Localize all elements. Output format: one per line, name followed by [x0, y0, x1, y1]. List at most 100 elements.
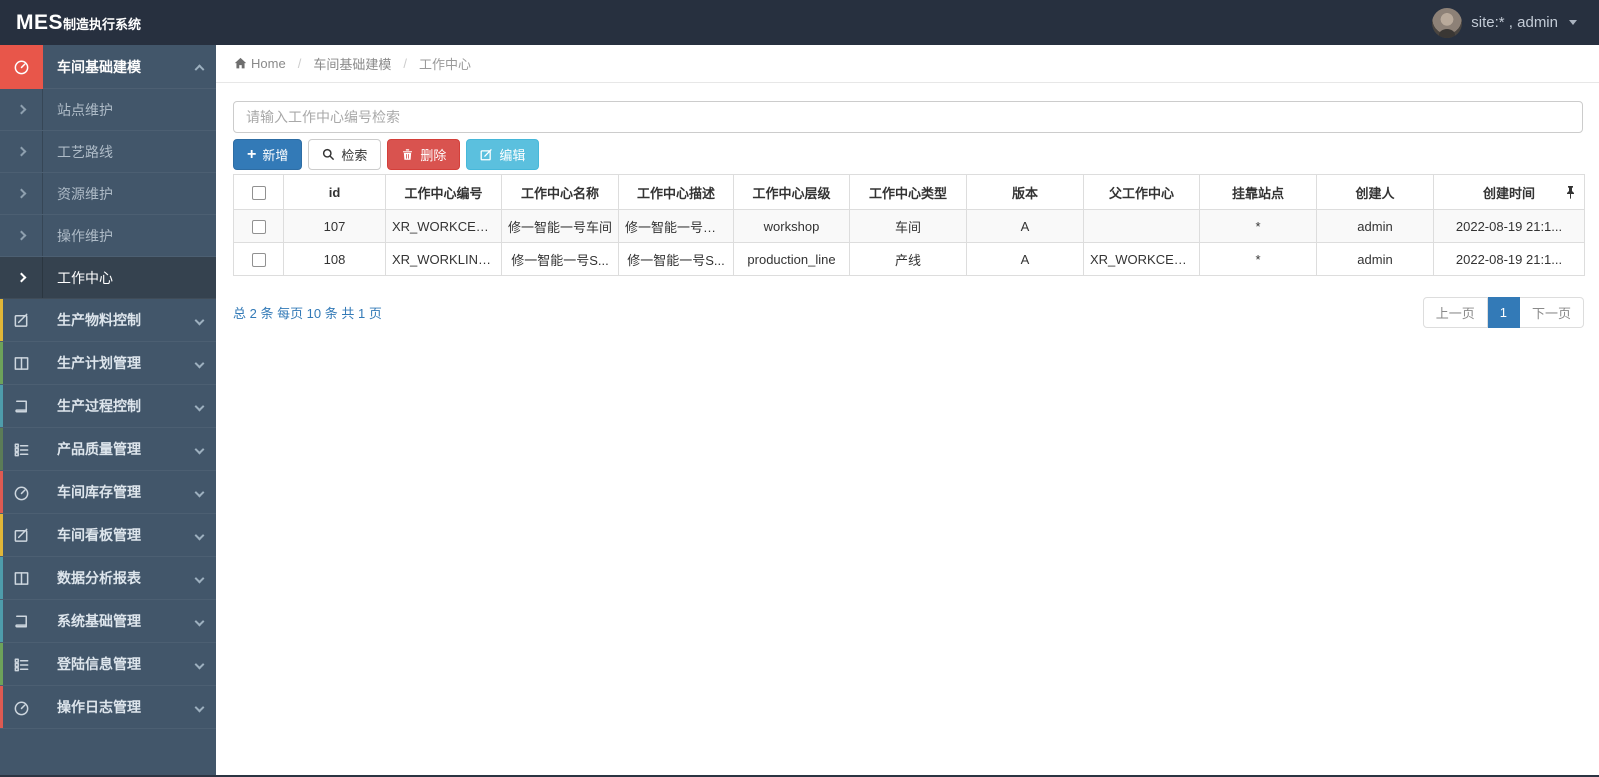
col-created: 创建时间: [1433, 174, 1585, 210]
app-logo: MES制造执行系统: [0, 11, 216, 35]
table-row[interactable]: 107 XR_WORKCEN... 修一智能一号车间 修一智能一号车间 work…: [233, 209, 1585, 243]
header-select-all: [233, 174, 284, 210]
user-menu[interactable]: site:* , admin: [1432, 7, 1599, 38]
home-icon: [234, 57, 247, 69]
page-1-button[interactable]: 1: [1487, 297, 1520, 328]
cell-desc: 修一智能一号S...: [618, 242, 734, 276]
book-icon: [0, 398, 43, 415]
row-checkbox[interactable]: [251, 252, 266, 267]
dashboard-icon: [0, 699, 43, 716]
sidebar-item-label: 生产计划管理: [57, 355, 141, 371]
sidebar-item-plan-management[interactable]: 生产计划管理: [0, 342, 216, 385]
col-created-label: 创建时间: [1482, 185, 1535, 201]
sidebar-subitem-process-route[interactable]: 工艺路线: [0, 131, 216, 173]
sidebar-subitem-operation-maintenance[interactable]: 操作维护: [0, 215, 216, 257]
sidebar-item-operation-log-management[interactable]: 操作日志管理: [0, 686, 216, 729]
chevron-down-icon: [182, 444, 216, 454]
add-button[interactable]: + 新增: [233, 139, 303, 170]
edit-button-label: 编辑: [499, 148, 526, 163]
chevron-right-icon: [0, 215, 43, 256]
accent-strip: [0, 342, 3, 384]
cell-parent: [1083, 209, 1200, 243]
chevron-down-icon: [182, 358, 216, 368]
edit-button[interactable]: 编辑: [466, 139, 540, 170]
edit-icon: [0, 527, 43, 544]
cell-select: [233, 242, 284, 276]
sidebar-item-label: 操作日志管理: [57, 699, 141, 715]
content-area: + 新增 检索 删除 编辑: [216, 83, 1599, 328]
sidebar-item-label: 生产过程控制: [57, 398, 141, 414]
breadcrumb-home-label: Home: [251, 56, 286, 71]
sidebar-item-process-control[interactable]: 生产过程控制: [0, 385, 216, 428]
sidebar-subitem-resource-maintenance[interactable]: 资源维护: [0, 173, 216, 215]
sidebar-item-label: 车间基础建模: [57, 58, 141, 75]
cell-code: XR_WORKCEN...: [385, 209, 502, 243]
cell-created: 2022-08-19 21:1...: [1433, 209, 1585, 243]
sidebar-item-inventory-management[interactable]: 车间库存管理: [0, 471, 216, 514]
user-avatar[interactable]: [1432, 7, 1463, 38]
chevron-right-icon: [0, 131, 43, 172]
chevron-down-icon: [182, 315, 216, 325]
cell-name: 修一智能一号车间: [501, 209, 619, 243]
sidebar-item-quality-management[interactable]: 产品质量管理: [0, 428, 216, 471]
user-label: site:* , admin: [1471, 14, 1558, 31]
cell-select: [233, 209, 284, 243]
cell-level: production_line: [733, 242, 850, 276]
cell-id: 108: [283, 242, 386, 276]
table-row[interactable]: 108 XR_WORKLINE... 修一智能一号S... 修一智能一号S...…: [233, 242, 1585, 276]
cell-created: 2022-08-19 21:1...: [1433, 242, 1585, 276]
chevron-right-icon: [0, 89, 43, 130]
prev-page-button[interactable]: 上一页: [1422, 297, 1488, 328]
sidebar-item-label: 数据分析报表: [57, 570, 141, 586]
book-icon: [0, 613, 43, 630]
chevron-down-icon: [182, 573, 216, 583]
chevron-down-icon: [182, 401, 216, 411]
col-level: 工作中心层级: [733, 174, 850, 210]
breadcrumb-separator: /: [403, 56, 407, 71]
sidebar-subitem-station-maintenance[interactable]: 站点维护: [0, 89, 216, 131]
edit-icon: [480, 149, 493, 161]
sidebar-item-label: 系统基础管理: [57, 613, 141, 629]
cell-id: 107: [283, 209, 386, 243]
table-header-row: id 工作中心编号 工作中心名称 工作中心描述 工作中心层级 工作中心类型 版本…: [233, 174, 1585, 210]
pin-icon[interactable]: [1565, 186, 1576, 199]
breadcrumb-home-link[interactable]: Home: [234, 56, 286, 71]
sidebar-item-data-reports[interactable]: 数据分析报表: [0, 557, 216, 600]
subitem-label: 操作维护: [57, 227, 113, 244]
cell-version: A: [966, 209, 1084, 243]
trash-icon: [403, 149, 413, 160]
chevron-down-icon: [182, 616, 216, 626]
delete-button[interactable]: 删除: [387, 139, 461, 170]
work-center-table: id 工作中心编号 工作中心名称 工作中心描述 工作中心层级 工作中心类型 版本…: [233, 174, 1585, 276]
next-page-button[interactable]: 下一页: [1519, 297, 1584, 328]
accent-strip: [0, 299, 3, 341]
sidebar-item-board-management[interactable]: 车间看板管理: [0, 514, 216, 557]
accent-strip: [0, 514, 3, 556]
sidebar-item-material-control[interactable]: 生产物料控制: [0, 299, 216, 342]
breadcrumb-section-link[interactable]: 车间基础建模: [313, 54, 391, 73]
breadcrumb-separator: /: [297, 56, 302, 71]
sidebar-subitem-work-center[interactable]: 工作中心: [0, 257, 216, 299]
row-checkbox[interactable]: [251, 219, 266, 234]
subitem-label: 工艺路线: [57, 143, 113, 160]
search-input[interactable]: [233, 101, 1583, 133]
cell-name: 修一智能一号S...: [501, 242, 619, 276]
sidebar-item-workshop-modeling[interactable]: 车间基础建模: [0, 45, 216, 89]
sidebar-item-label: 生产物料控制: [57, 312, 141, 328]
sidebar-item-system-management[interactable]: 系统基础管理: [0, 600, 216, 643]
search-button[interactable]: 检索: [308, 139, 382, 170]
subitem-label: 工作中心: [57, 269, 113, 286]
subitem-label: 资源维护: [57, 185, 113, 202]
sidebar-item-login-info-management[interactable]: 登陆信息管理: [0, 643, 216, 686]
accent-strip: [0, 600, 3, 642]
chevron-up-icon: [182, 63, 216, 75]
delete-button-label: 删除: [420, 148, 447, 163]
col-creator: 创建人: [1316, 174, 1434, 210]
accent-strip: [0, 471, 3, 513]
cell-desc: 修一智能一号车间: [618, 209, 734, 243]
select-all-checkbox[interactable]: [251, 185, 266, 200]
col-name: 工作中心名称: [501, 174, 619, 210]
logo-suffix: 制造执行系统: [63, 16, 142, 32]
top-navbar: MES制造执行系统 site:* , admin: [0, 0, 1599, 45]
add-button-label: 新增: [262, 148, 289, 163]
